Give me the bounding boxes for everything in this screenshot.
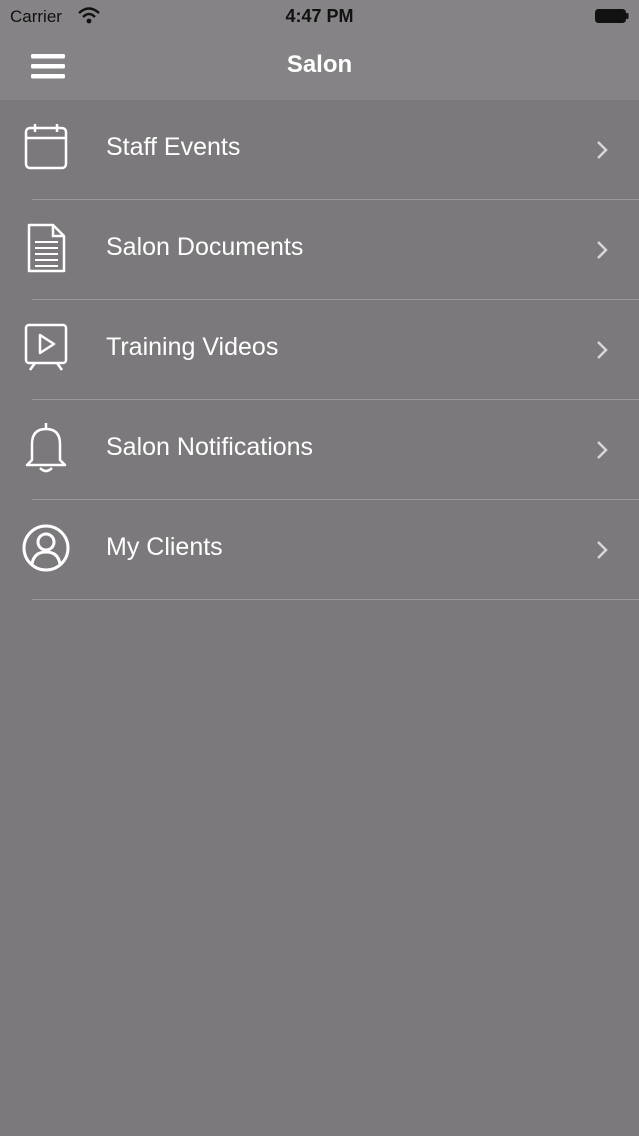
menu-item-label: Staff Events — [106, 133, 241, 161]
battery-icon — [595, 9, 629, 23]
menu-item-label: Salon Documents — [106, 233, 304, 261]
menu-item-my-clients[interactable]: My Clients — [0, 500, 639, 600]
menu-item-salon-documents[interactable]: Salon Documents — [0, 200, 639, 300]
menu-item-label: Training Videos — [106, 333, 279, 361]
page-title: Salon — [286, 51, 353, 78]
menu-item-label: Salon Notifications — [106, 433, 314, 461]
chevron-right-icon — [597, 141, 608, 159]
document-icon — [27, 223, 66, 273]
menu-item-salon-notifications[interactable]: Salon Notifications — [0, 400, 639, 500]
calendar-icon — [24, 124, 68, 170]
menu-item-staff-events[interactable]: Staff Events — [0, 100, 639, 200]
menu-item-label: My Clients — [106, 533, 223, 561]
chevron-right-icon — [597, 541, 608, 559]
menu-item-training-videos[interactable]: Training Videos — [0, 300, 639, 400]
video-play-icon — [24, 323, 68, 371]
chevron-right-icon — [597, 441, 608, 459]
bell-icon — [25, 423, 67, 473]
status-time: 4:47 PM — [285, 6, 354, 26]
navigation-bar: Salon — [0, 34, 639, 100]
chevron-right-icon — [597, 341, 608, 359]
user-circle-icon — [22, 524, 70, 572]
chevron-right-icon — [597, 241, 608, 259]
hamburger-menu-icon[interactable] — [28, 50, 68, 82]
menu-list: Staff Events Salon Documents Training Vi… — [0, 100, 639, 600]
status-bar: Carrier 4:47 PM — [0, 0, 639, 34]
divider — [32, 599, 639, 600]
